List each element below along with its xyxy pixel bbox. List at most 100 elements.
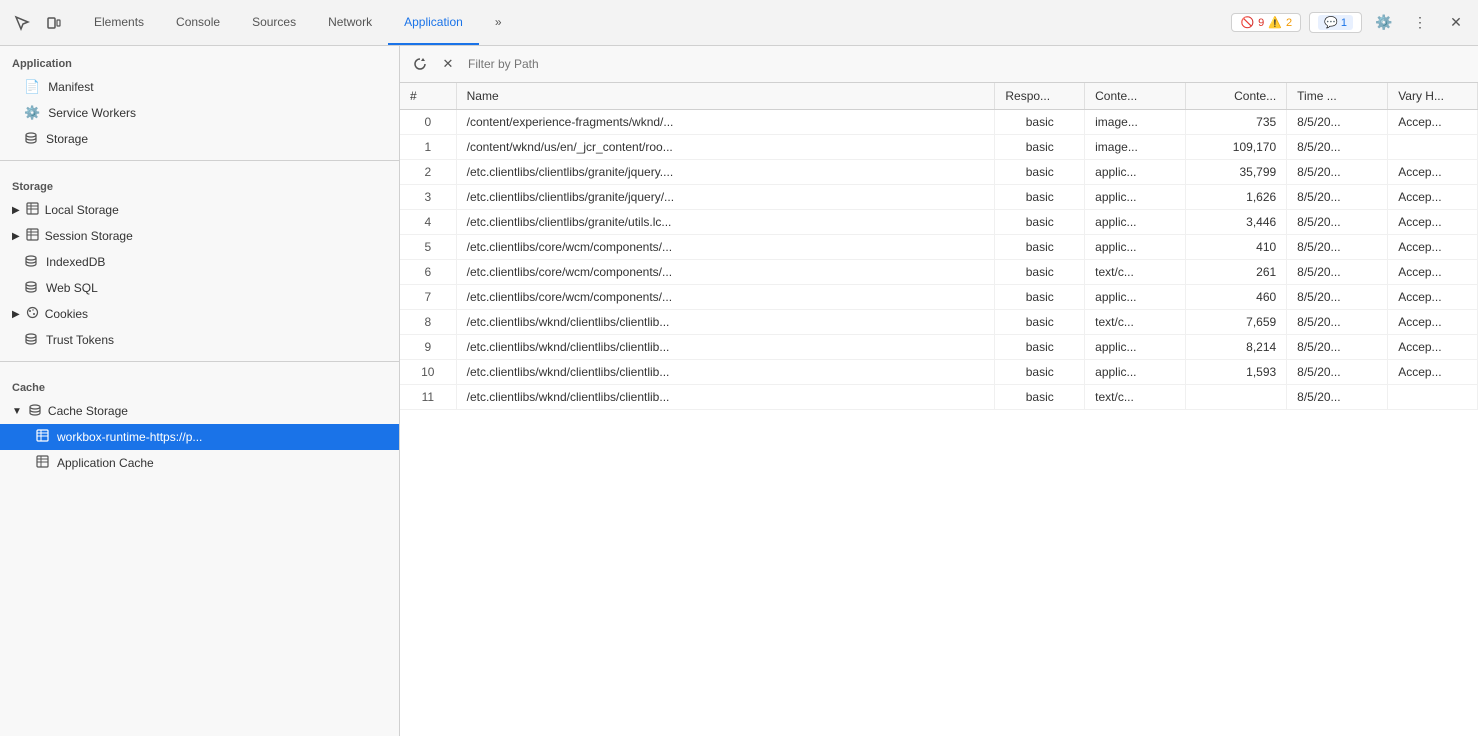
- col-header-num: #: [400, 83, 456, 110]
- sidebar-item-session-storage[interactable]: ▶ Session Storage: [0, 223, 399, 249]
- cell-response: basic: [995, 235, 1085, 260]
- settings-icon[interactable]: ⚙️: [1370, 9, 1398, 37]
- error-count: 9: [1258, 17, 1264, 29]
- more-options-icon[interactable]: ⋮: [1406, 9, 1434, 37]
- col-header-vary: Vary H...: [1388, 83, 1478, 110]
- cell-response: basic: [995, 260, 1085, 285]
- local-storage-icon: [26, 202, 39, 218]
- tab-application[interactable]: Application: [388, 0, 479, 45]
- clear-button[interactable]: ✕: [436, 52, 460, 76]
- tab-elements[interactable]: Elements: [78, 0, 160, 45]
- table-row[interactable]: 2 /etc.clientlibs/clientlibs/granite/jqu…: [400, 160, 1478, 185]
- cursor-icon[interactable]: [8, 9, 36, 37]
- cache-storage-icon: [28, 403, 42, 420]
- cell-content-length: 7,659: [1186, 310, 1287, 335]
- cell-name: /etc.clientlibs/clientlibs/granite/utils…: [456, 210, 995, 235]
- sidebar-item-application-cache-label: Application Cache: [57, 456, 154, 470]
- device-icon[interactable]: [40, 9, 68, 37]
- table-row[interactable]: 7 /etc.clientlibs/core/wcm/components/..…: [400, 285, 1478, 310]
- sidebar-section-storage: Storage: [0, 169, 399, 197]
- cell-vary: Accep...: [1388, 110, 1478, 135]
- cell-time: 8/5/20...: [1287, 185, 1388, 210]
- table-row[interactable]: 10 /etc.clientlibs/wknd/clientlibs/clien…: [400, 360, 1478, 385]
- cell-num: 10: [400, 360, 456, 385]
- divider-2: [0, 361, 399, 362]
- close-icon[interactable]: ✕: [1442, 9, 1470, 37]
- sidebar-item-local-storage[interactable]: ▶ Local Storage: [0, 197, 399, 223]
- error-badge-group[interactable]: 🚫 9 ⚠️ 2: [1231, 13, 1301, 32]
- manifest-icon: 📄: [24, 79, 40, 95]
- table-row[interactable]: 6 /etc.clientlibs/core/wcm/components/..…: [400, 260, 1478, 285]
- cell-name: /etc.clientlibs/wknd/clientlibs/clientli…: [456, 335, 995, 360]
- tab-network[interactable]: Network: [312, 0, 388, 45]
- cell-vary: Accep...: [1388, 160, 1478, 185]
- cell-vary: [1388, 385, 1478, 410]
- cell-content-length: 1,626: [1186, 185, 1287, 210]
- cell-content-length: 261: [1186, 260, 1287, 285]
- table-row[interactable]: 0 /content/experience-fragments/wknd/...…: [400, 110, 1478, 135]
- cell-num: 8: [400, 310, 456, 335]
- cell-name: /etc.clientlibs/wknd/clientlibs/clientli…: [456, 385, 995, 410]
- table-body: 0 /content/experience-fragments/wknd/...…: [400, 110, 1478, 410]
- table-row[interactable]: 5 /etc.clientlibs/core/wcm/components/..…: [400, 235, 1478, 260]
- cell-content-type: applic...: [1085, 160, 1186, 185]
- sidebar-item-workbox-runtime-label: workbox-runtime-https://p...: [57, 430, 202, 444]
- sidebar-item-service-workers-label: Service Workers: [48, 106, 136, 120]
- cell-vary: Accep...: [1388, 235, 1478, 260]
- cell-response: basic: [995, 335, 1085, 360]
- table-row[interactable]: 8 /etc.clientlibs/wknd/clientlibs/client…: [400, 310, 1478, 335]
- table-row[interactable]: 1 /content/wknd/us/en/_jcr_content/roo..…: [400, 135, 1478, 160]
- cell-content-length: 460: [1186, 285, 1287, 310]
- cell-time: 8/5/20...: [1287, 110, 1388, 135]
- local-storage-arrow-icon: ▶: [12, 205, 20, 216]
- cell-num: 5: [400, 235, 456, 260]
- tab-console[interactable]: Console: [160, 0, 236, 45]
- cell-content-length: 35,799: [1186, 160, 1287, 185]
- table-row[interactable]: 4 /etc.clientlibs/clientlibs/granite/uti…: [400, 210, 1478, 235]
- cell-name: /content/wknd/us/en/_jcr_content/roo...: [456, 135, 995, 160]
- cell-response: basic: [995, 210, 1085, 235]
- cell-num: 6: [400, 260, 456, 285]
- trust-tokens-icon: [24, 332, 38, 349]
- cell-content-type: applic...: [1085, 235, 1186, 260]
- filter-input[interactable]: [464, 55, 1470, 73]
- cell-content-type: applic...: [1085, 185, 1186, 210]
- cell-num: 9: [400, 335, 456, 360]
- cell-time: 8/5/20...: [1287, 335, 1388, 360]
- sidebar-item-web-sql[interactable]: Web SQL: [0, 275, 399, 301]
- sidebar-item-application-cache[interactable]: Application Cache: [0, 450, 399, 476]
- tab-sources[interactable]: Sources: [236, 0, 312, 45]
- service-workers-icon: ⚙️: [24, 105, 40, 121]
- sidebar-item-storage-top-label: Storage: [46, 132, 88, 146]
- cell-time: 8/5/20...: [1287, 385, 1388, 410]
- sidebar-item-storage-top[interactable]: Storage: [0, 126, 399, 152]
- cell-response: basic: [995, 285, 1085, 310]
- sidebar-item-cache-storage[interactable]: ▼ Cache Storage: [0, 398, 399, 424]
- table-row[interactable]: 11 /etc.clientlibs/wknd/clientlibs/clien…: [400, 385, 1478, 410]
- tab-more[interactable]: »: [479, 0, 518, 45]
- cell-time: 8/5/20...: [1287, 360, 1388, 385]
- cell-time: 8/5/20...: [1287, 160, 1388, 185]
- cell-content-type: text/c...: [1085, 385, 1186, 410]
- sidebar-item-cache-storage-label: Cache Storage: [48, 404, 128, 418]
- sidebar-item-cookies[interactable]: ▶ Cookies: [0, 301, 399, 327]
- sidebar-item-service-workers[interactable]: ⚙️ Service Workers: [0, 100, 399, 126]
- sidebar-item-workbox-runtime[interactable]: workbox-runtime-https://p...: [0, 424, 399, 450]
- table-row[interactable]: 9 /etc.clientlibs/wknd/clientlibs/client…: [400, 335, 1478, 360]
- sidebar-item-web-sql-label: Web SQL: [46, 281, 98, 295]
- cache-data-table: # Name Respo... Conte... Conte... Time .…: [400, 83, 1478, 410]
- col-header-name: Name: [456, 83, 995, 110]
- sidebar-item-manifest[interactable]: 📄 Manifest: [0, 74, 399, 100]
- cell-num: 0: [400, 110, 456, 135]
- cell-response: basic: [995, 360, 1085, 385]
- cell-time: 8/5/20...: [1287, 260, 1388, 285]
- sidebar-item-indexeddb[interactable]: IndexedDB: [0, 249, 399, 275]
- sidebar-item-cookies-label: Cookies: [45, 307, 88, 321]
- table-row[interactable]: 3 /etc.clientlibs/clientlibs/granite/jqu…: [400, 185, 1478, 210]
- cache-storage-arrow-icon: ▼: [12, 406, 22, 417]
- sidebar-item-trust-tokens[interactable]: Trust Tokens: [0, 327, 399, 353]
- cell-content-type: applic...: [1085, 285, 1186, 310]
- msg-badge-group[interactable]: 💬 1: [1309, 12, 1362, 33]
- cell-content-length: [1186, 385, 1287, 410]
- refresh-button[interactable]: [408, 52, 432, 76]
